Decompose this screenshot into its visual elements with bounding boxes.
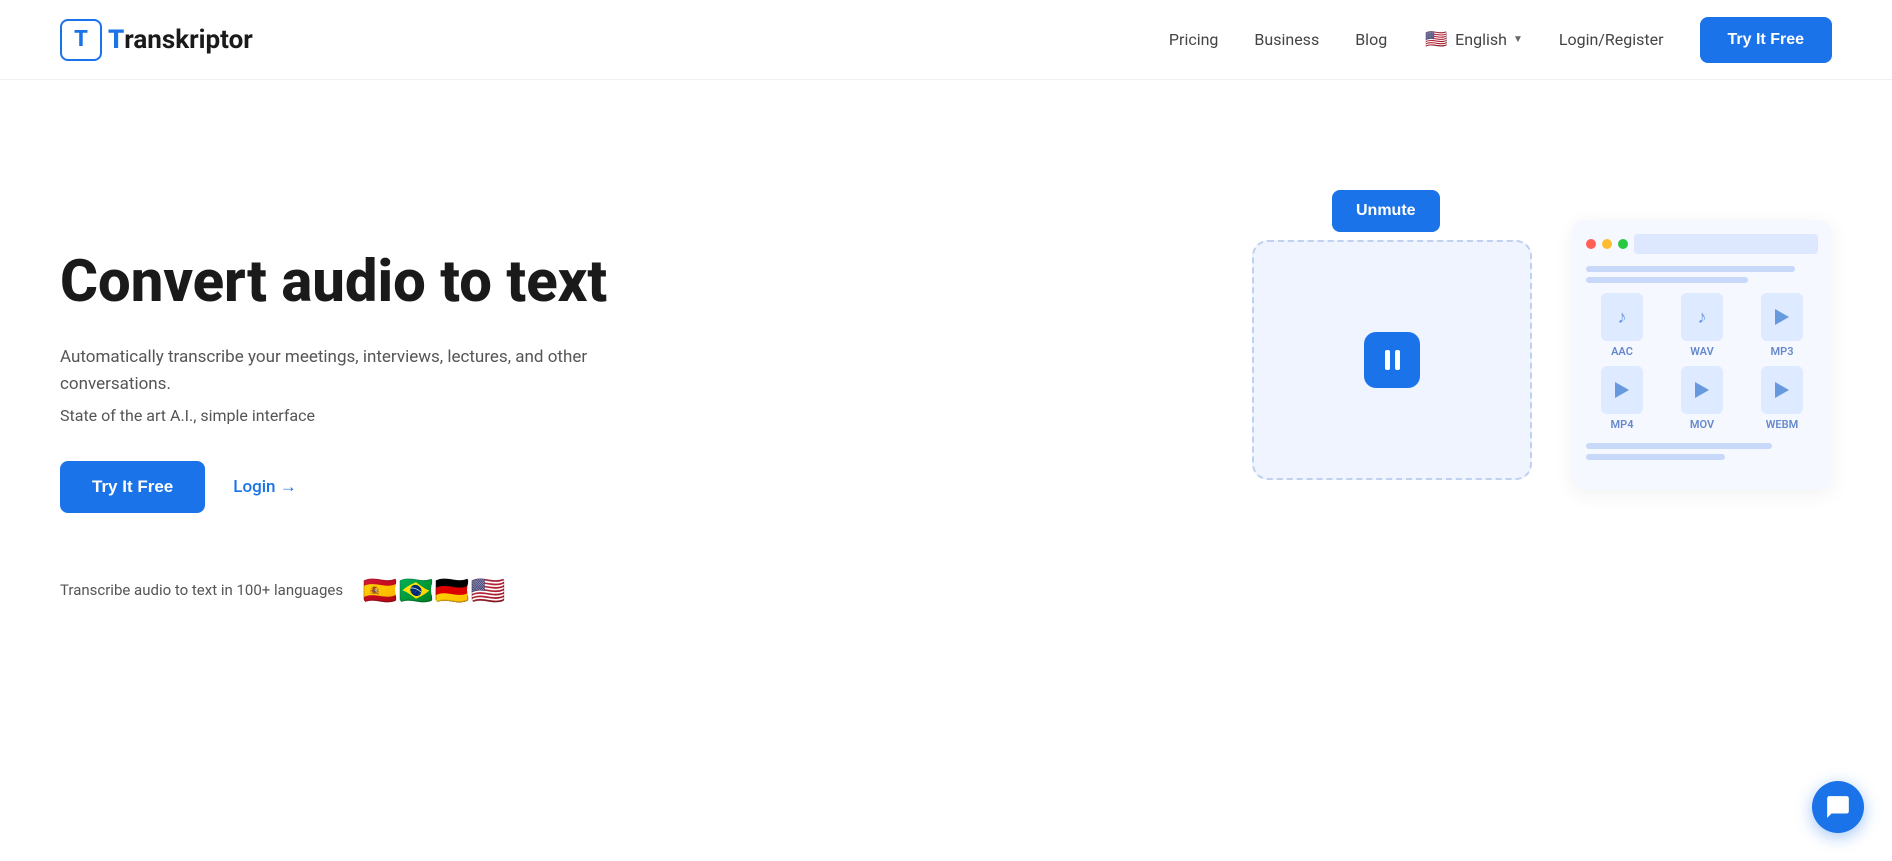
logo-text: Transkriptor (108, 25, 253, 55)
hero-illustration: Unmute (1252, 190, 1832, 670)
nav-pricing[interactable]: Pricing (1169, 30, 1219, 49)
nav-links: Pricing Business Blog 🇺🇸 English ▼ Login… (1169, 17, 1832, 63)
hero-title: Convert audio to text (60, 249, 620, 316)
language-flag-icon: 🇺🇸 (1423, 27, 1449, 53)
languages-row: Transcribe audio to text in 100+ languag… (60, 569, 620, 611)
pause-bar-left (1385, 350, 1390, 370)
music-note-icon: ♪ (1698, 307, 1707, 328)
languages-text: Transcribe audio to text in 100+ languag… (60, 581, 343, 599)
file-icon-mov (1681, 366, 1723, 414)
nav-blog[interactable]: Blog (1355, 30, 1387, 49)
browser-search-bar (1634, 234, 1818, 254)
file-icon-wav: ♪ (1681, 293, 1723, 341)
text-line (1586, 443, 1772, 449)
play-icon (1695, 382, 1709, 398)
file-icon-mp3 (1761, 293, 1803, 341)
hero-cta-button[interactable]: Try It Free (60, 461, 205, 513)
chevron-down-icon: ▼ (1513, 34, 1523, 45)
logo[interactable]: T Transkriptor (60, 19, 253, 61)
hero-tagline: State of the art A.I., simple interface (60, 406, 620, 425)
text-line (1586, 266, 1795, 272)
file-icon-webm (1761, 366, 1803, 414)
nav-business[interactable]: Business (1254, 30, 1319, 49)
hero-subtitle: Automatically transcribe your meetings, … (60, 344, 620, 398)
file-item-mp3: MP3 (1746, 293, 1818, 358)
pause-bar-right (1395, 350, 1400, 370)
file-item-wav: ♪ WAV (1666, 293, 1738, 358)
file-item-aac: ♪ AAC (1586, 293, 1658, 358)
chat-icon (1825, 794, 1851, 820)
text-line (1586, 277, 1748, 283)
browser-topbar (1586, 234, 1818, 254)
text-line (1586, 454, 1725, 460)
file-label-mp3: MP3 (1771, 345, 1794, 358)
unmute-button[interactable]: Unmute (1332, 190, 1440, 232)
file-label-mp4: MP4 (1611, 418, 1634, 431)
file-item-webm: WEBM (1746, 366, 1818, 431)
language-label: English (1455, 30, 1507, 49)
file-icon-aac: ♪ (1601, 293, 1643, 341)
hero-left: Convert audio to text Automatically tran… (60, 249, 620, 611)
play-icon (1615, 382, 1629, 398)
pause-button[interactable] (1364, 332, 1420, 388)
play-icon (1775, 309, 1789, 325)
flag-stack: 🇪🇸 🇧🇷 🇩🇪 🇺🇸 (359, 569, 509, 611)
hero-section: Convert audio to text Automatically tran… (0, 80, 1892, 760)
nav-cta-button[interactable]: Try It Free (1700, 17, 1832, 63)
text-lines-bottom (1586, 443, 1818, 460)
file-icon-mp4 (1601, 366, 1643, 414)
chat-bubble-button[interactable] (1812, 781, 1864, 833)
nav-language[interactable]: 🇺🇸 English ▼ (1423, 27, 1523, 53)
hero-actions: Try It Free Login → (60, 461, 620, 513)
file-item-mp4: MP4 (1586, 366, 1658, 431)
window-dot-red (1586, 239, 1596, 249)
player-card (1252, 240, 1532, 480)
nav-login[interactable]: Login/Register (1559, 30, 1664, 49)
music-note-icon: ♪ (1618, 307, 1627, 328)
file-label-aac: AAC (1611, 345, 1633, 358)
file-label-mov: MOV (1690, 418, 1714, 431)
text-lines-top (1586, 266, 1818, 283)
file-grid: ♪ AAC ♪ WAV MP3 (1586, 293, 1818, 431)
file-item-mov: MOV (1666, 366, 1738, 431)
window-dot-yellow (1602, 239, 1612, 249)
navbar: T Transkriptor Pricing Business Blog 🇺🇸 … (0, 0, 1892, 80)
window-dot-green (1618, 239, 1628, 249)
file-browser-card: ♪ AAC ♪ WAV MP3 (1572, 220, 1832, 490)
hero-login-link[interactable]: Login → (233, 477, 296, 497)
logo-icon: T (60, 19, 102, 61)
file-label-webm: WEBM (1766, 418, 1798, 431)
file-label-wav: WAV (1690, 345, 1713, 358)
flag-usa: 🇺🇸 (467, 569, 509, 611)
play-icon (1775, 382, 1789, 398)
